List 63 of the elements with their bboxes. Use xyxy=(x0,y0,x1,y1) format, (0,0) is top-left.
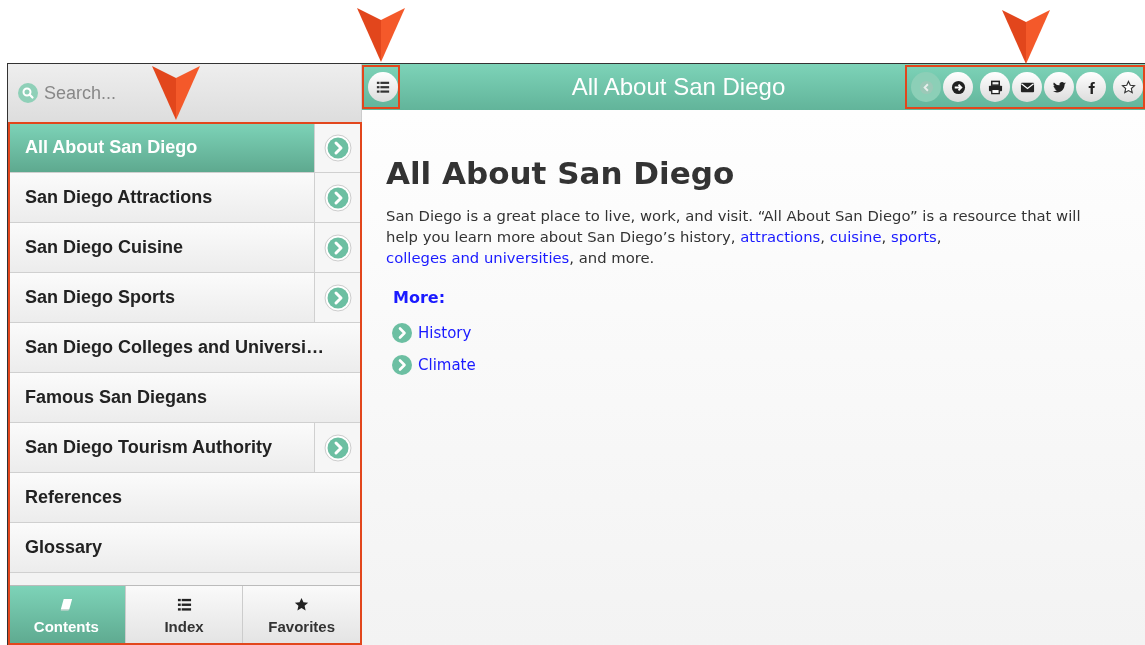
expand-button[interactable] xyxy=(314,273,361,322)
toc-item-label: San Diego Cuisine xyxy=(24,237,185,258)
nav-tab[interactable]: Favorites xyxy=(243,586,361,645)
printer-icon xyxy=(987,79,1003,95)
chevron-right-icon xyxy=(392,323,412,343)
star-icon xyxy=(294,596,310,612)
book-icon xyxy=(58,596,74,612)
toc-item[interactable]: San Diego Cuisine xyxy=(8,223,361,273)
toc-item[interactable]: References xyxy=(8,473,361,523)
toc-item-label: San Diego Tourism Authority xyxy=(24,437,273,458)
bird-icon xyxy=(1051,79,1067,95)
related-link[interactable]: Climate xyxy=(418,356,476,374)
forward-button[interactable] xyxy=(943,72,973,102)
toc-item[interactable]: San Diego Sports xyxy=(8,273,361,323)
chevron-right-icon xyxy=(324,233,352,262)
chevron-right-icon xyxy=(392,355,412,375)
search-field[interactable]: Search... xyxy=(8,64,361,122)
expand-button[interactable] xyxy=(314,123,361,172)
toc-item[interactable]: San Diego Colleges and Universi… xyxy=(8,323,361,373)
menu-icon xyxy=(376,80,390,94)
pointer-arrow-icon xyxy=(1002,8,1050,64)
related-link[interactable]: History xyxy=(418,324,472,342)
favorite-button[interactable] xyxy=(1113,72,1143,102)
nav-tab[interactable]: Index xyxy=(125,586,244,645)
highlight-frame xyxy=(362,65,400,109)
chevron-right-icon xyxy=(324,283,352,312)
toc-item-label: References xyxy=(24,487,124,508)
toc-item[interactable]: Famous San Diegans xyxy=(8,373,361,423)
expand-button[interactable] xyxy=(314,423,361,472)
text-link[interactable]: colleges and universities xyxy=(386,249,570,266)
print-button[interactable] xyxy=(980,72,1010,102)
toc-item[interactable]: San Diego Attractions xyxy=(8,173,361,223)
page-title: All About San Diego xyxy=(570,73,787,101)
email-button[interactable] xyxy=(1012,72,1042,102)
star-icon xyxy=(1120,79,1136,95)
search-icon xyxy=(18,83,38,103)
text-link[interactable]: cuisine xyxy=(829,228,882,245)
toc-item[interactable]: Glossary xyxy=(8,523,361,573)
pointer-arrow-icon xyxy=(152,64,200,120)
menu-button[interactable] xyxy=(368,72,398,102)
expand-button[interactable] xyxy=(314,223,361,272)
article-heading: All About San Diego xyxy=(386,155,736,191)
facebook-button[interactable] xyxy=(1076,72,1106,102)
forward-icon xyxy=(950,79,966,95)
more-heading: More: xyxy=(393,288,447,307)
toc-item-label: San Diego Sports xyxy=(24,287,177,308)
text-link[interactable]: sports xyxy=(891,228,937,245)
text-link[interactable]: attractions xyxy=(740,228,821,245)
toc-item-label: San Diego Attractions xyxy=(24,187,214,208)
article-paragraph: San Diego is a great place to live, work, and visit. “All About San Diego” is a resource that will help you learn more about San Diego’s history, attractions, cuisine, sports, colleges and universities, and more. xyxy=(386,206,1082,268)
toc-item-label: San Diego Colleges and Universi… xyxy=(24,337,326,358)
chevron-right-icon xyxy=(324,183,352,212)
list-icon xyxy=(176,596,192,612)
pointer-arrow-icon xyxy=(357,6,405,62)
toc-item-label: Famous San Diegans xyxy=(24,387,209,408)
expand-button[interactable] xyxy=(314,173,361,222)
chevron-right-icon xyxy=(324,433,352,462)
toc-item-label: All About San Diego xyxy=(24,137,199,158)
twitter-button[interactable] xyxy=(1044,72,1074,102)
toc-item-label: Glossary xyxy=(24,537,104,558)
toc-item[interactable]: San Diego Tourism Authority xyxy=(8,423,361,473)
back-icon xyxy=(918,79,934,95)
chevron-right-icon xyxy=(324,133,352,162)
